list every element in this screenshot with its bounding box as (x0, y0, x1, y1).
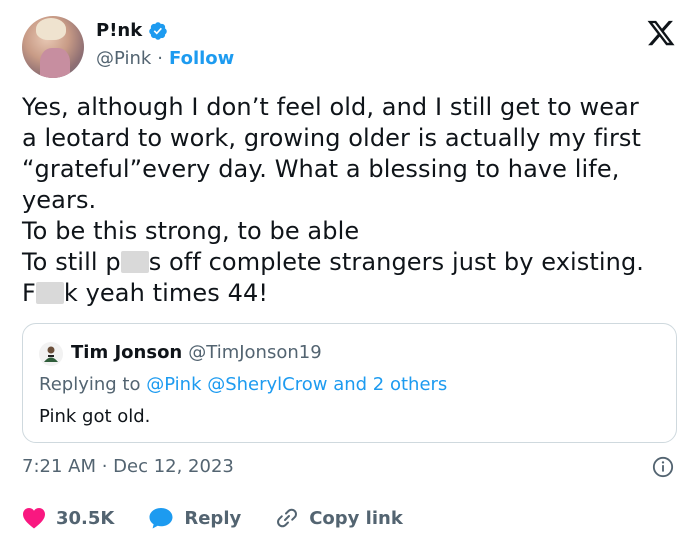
tweet-line-end: s off complete strangers just by existin… (148, 248, 645, 276)
like-button[interactable]: 30.5K (22, 507, 114, 529)
tweet-line: years. (22, 186, 97, 214)
tweet-line: a leotard to work, growing older is actu… (22, 124, 642, 152)
follow-button[interactable]: Follow (169, 48, 234, 69)
tweet-line-start: F (22, 279, 36, 307)
replying-users-link[interactable]: @Pink @SherylCrow (146, 374, 327, 395)
reply-label: Reply (184, 507, 242, 529)
info-icon[interactable] (652, 456, 674, 478)
verified-badge-icon (149, 21, 167, 40)
tweet-text: Yes, although I don’t feel old, and I st… (22, 92, 682, 309)
heart-icon (23, 508, 45, 529)
copy-link-button[interactable]: Copy link (275, 506, 403, 530)
tweet-line: Yes, although I don’t feel old, and I st… (22, 93, 639, 121)
x-logo-icon[interactable] (646, 18, 676, 48)
replying-prefix: Replying to (39, 374, 147, 395)
reply-button[interactable]: Reply (148, 506, 241, 530)
tweet-line: “grateful”every day. What a blessing to … (22, 155, 620, 183)
link-icon (277, 508, 298, 528)
reply-bubble-icon (149, 508, 173, 529)
quoted-tweet[interactable]: Tim Jonson @TimJonson19 Replying to @Pin… (22, 323, 677, 443)
censor-block (120, 251, 149, 273)
author-display-name[interactable]: P!nk (96, 20, 142, 41)
tweet-actions: 30.5K Reply Copy link (22, 506, 437, 530)
censor-block (35, 282, 64, 304)
replying-others-link[interactable]: and 2 others (328, 374, 447, 395)
avatar-body (40, 48, 70, 78)
author-handle[interactable]: @Pink (96, 48, 151, 69)
author-name-row: P!nk (96, 20, 168, 41)
tweet-timestamp[interactable]: 7:21 AM · Dec 12, 2023 (22, 456, 234, 477)
separator-dot: · (157, 48, 164, 69)
tweet-line-end: k yeah times 44! (63, 279, 269, 307)
quoted-handle[interactable]: @TimJonson19 (188, 342, 321, 363)
tweet-line-start: To still p (22, 248, 121, 276)
quoted-replying-to: Replying to @Pink @SherylCrow and 2 othe… (39, 374, 447, 395)
quoted-name-row: Tim Jonson @TimJonson19 (71, 342, 322, 363)
like-count: 30.5K (56, 507, 115, 529)
quoted-display-name[interactable]: Tim Jonson (71, 342, 182, 363)
tweet-line: To be this strong, to be able (22, 217, 360, 245)
author-handle-row: @Pink · Follow (96, 48, 234, 69)
copy-link-label: Copy link (309, 507, 403, 529)
quoted-text: Pink got old. (39, 406, 151, 427)
author-avatar[interactable] (22, 16, 84, 78)
quoted-avatar[interactable] (39, 342, 63, 366)
avatar-hair (36, 18, 66, 40)
